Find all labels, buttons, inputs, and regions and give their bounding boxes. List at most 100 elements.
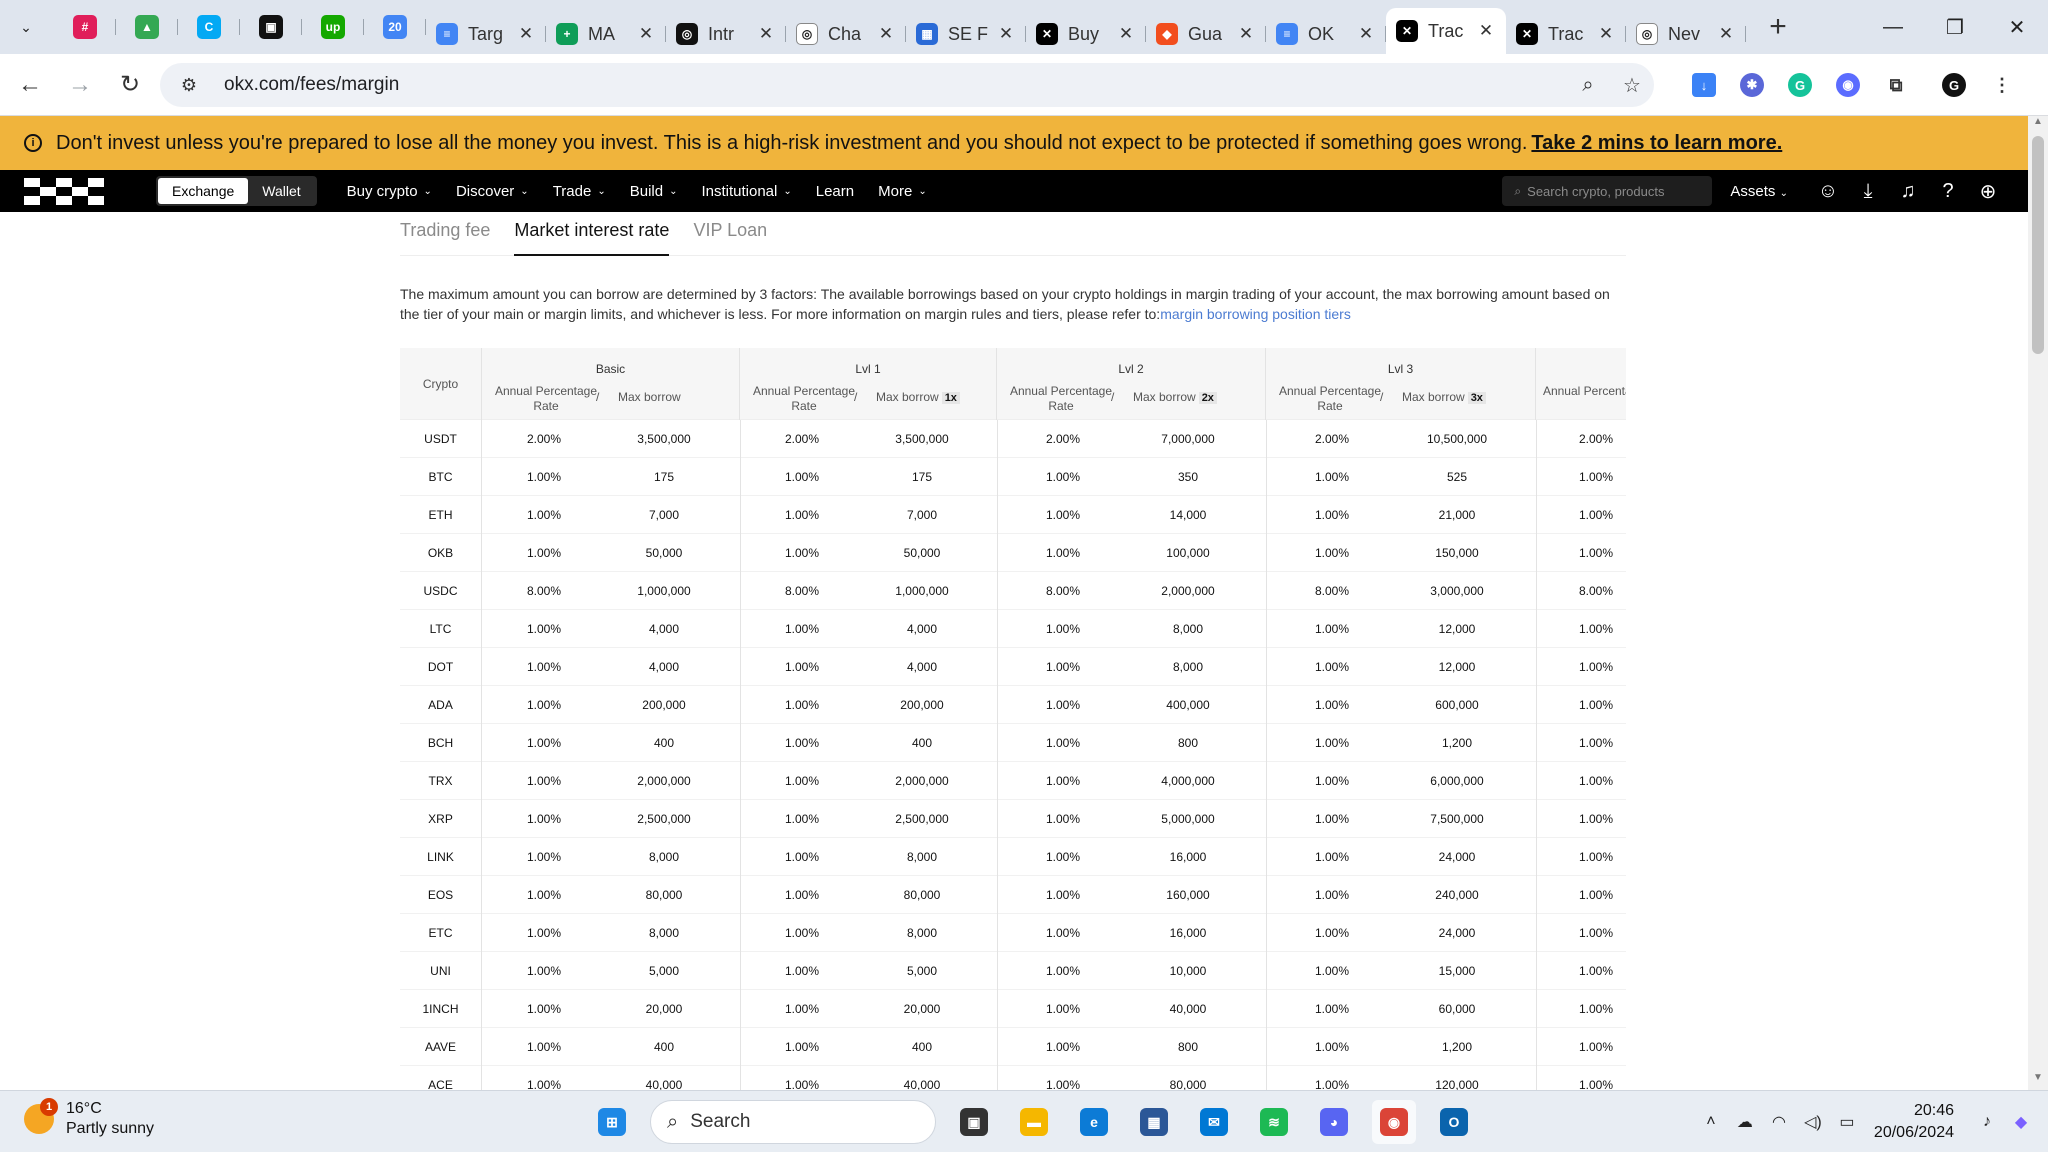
tab-close-icon[interactable]: ✕ [996, 24, 1016, 44]
taskbar-app[interactable]: ✉ [1192, 1100, 1236, 1144]
active-browser-tab[interactable]: ✕ Trac ✕ [1386, 8, 1506, 54]
minimize-button[interactable]: — [1862, 0, 1924, 54]
pinned-tab[interactable]: 20 [364, 7, 426, 47]
tab-close-icon[interactable]: ✕ [756, 24, 776, 44]
taskbar-app[interactable]: O [1432, 1100, 1476, 1144]
menu-item[interactable]: Discover ⌄ [456, 183, 529, 200]
taskbar-app[interactable]: ▣ [952, 1100, 996, 1144]
taskbar-app[interactable]: ▬ [1012, 1100, 1056, 1144]
menu-item[interactable]: Institutional ⌄ [701, 183, 791, 200]
taskbar-clock[interactable]: 20:46 20/06/2024 [1874, 1100, 1954, 1144]
browser-tab[interactable]: ◎ Cha ✕ [786, 14, 906, 54]
onedrive-icon[interactable]: ☁ [1728, 1112, 1762, 1132]
tab-close-icon[interactable]: ✕ [1116, 24, 1136, 44]
menu-item[interactable]: Buy crypto ⌄ [347, 183, 432, 200]
taskbar-app[interactable]: ▦ [1132, 1100, 1176, 1144]
margin-tiers-link[interactable]: margin borrowing position tiers [1160, 306, 1351, 322]
crypto-symbol: 1INCH [400, 990, 482, 1028]
tab-close-icon[interactable]: ✕ [1596, 24, 1616, 44]
assets-menu[interactable]: Assets ⌄ [1730, 183, 1788, 200]
taskbar-app[interactable]: ◉ [1372, 1100, 1416, 1144]
tab-search-button[interactable]: ⌄ [6, 7, 46, 47]
tray-overflow-chevron-icon[interactable]: ˄ [1694, 1113, 1728, 1131]
restore-button[interactable]: ❐ [1924, 0, 1986, 54]
extensions-puzzle-icon[interactable]: ⧉ [1872, 65, 1920, 105]
browser-tab[interactable]: ◎ Nev ✕ [1626, 14, 1746, 54]
browser-tab[interactable]: ◆ Gua ✕ [1146, 14, 1266, 54]
tab-close-icon[interactable]: ✕ [1716, 24, 1736, 44]
bookmark-star-icon[interactable]: ☆ [1610, 73, 1654, 98]
menu-item[interactable]: More ⌄ [878, 183, 927, 200]
scroll-up-arrow[interactable]: ▲ [2028, 116, 2048, 134]
reload-button[interactable]: ↻ [110, 65, 150, 105]
weather-temp: 16°C [66, 1100, 102, 1117]
menu-item[interactable]: Trade ⌄ [553, 183, 606, 200]
okx-logo[interactable] [24, 177, 104, 205]
scrollbar-thumb[interactable] [2032, 136, 2044, 354]
tab-vip-loan[interactable]: VIP Loan [693, 212, 767, 256]
page-scrollbar[interactable]: ▲ ▼ [2028, 116, 2048, 1090]
pinned-tab[interactable]: up [302, 7, 364, 47]
learn-more-link[interactable]: Take 2 mins to learn more. [1531, 132, 1782, 155]
tab-close-icon[interactable]: ✕ [516, 24, 536, 44]
volume-icon[interactable]: ◁) [1796, 1112, 1830, 1132]
help-icon[interactable]: ? [1928, 180, 1968, 203]
exchange-toggle[interactable]: Exchange [158, 178, 249, 204]
zoom-icon[interactable]: ⌕ [1566, 74, 1610, 97]
tab-close-icon[interactable]: ✕ [1236, 24, 1256, 44]
scroll-down-arrow[interactable]: ▼ [2028, 1072, 2048, 1090]
url-text[interactable]: okx.com/fees/margin [224, 74, 1566, 96]
download-app-icon[interactable]: ⤓ [1848, 180, 1888, 203]
tab-trading-fee[interactable]: Trading fee [400, 212, 490, 256]
download-extension-icon[interactable]: ↓ [1680, 65, 1728, 105]
browser-tab[interactable]: ✕ Buy ✕ [1026, 14, 1146, 54]
tab-close-icon[interactable]: ✕ [876, 24, 896, 44]
taskbar-search-box[interactable]: ⌕ Search [650, 1100, 936, 1144]
tab-close-icon[interactable]: ✕ [1356, 24, 1376, 44]
pinned-tab[interactable]: # [54, 7, 116, 47]
tab-close-icon[interactable]: ✕ [1476, 21, 1496, 41]
search-placeholder: Search crypto, products [1527, 183, 1665, 199]
copilot-icon[interactable]: ◆ [2004, 1112, 2038, 1132]
browser-tab[interactable]: ≡ Targ ✕ [426, 14, 546, 54]
close-window-button[interactable]: ✕ [1986, 0, 2048, 54]
browser-tab[interactable]: ≡ OK ✕ [1266, 14, 1386, 54]
browser-tab[interactable]: ▦ SE F ✕ [906, 14, 1026, 54]
forward-button[interactable]: → [60, 65, 100, 105]
browser-tab[interactable]: + MA ✕ [546, 14, 666, 54]
back-button[interactable]: ← [10, 65, 50, 105]
tab-market-interest-rate[interactable]: Market interest rate [514, 212, 670, 256]
snowflake-extension-icon[interactable]: ✱ [1728, 65, 1776, 105]
menu-item[interactable]: Build ⌄ [630, 183, 678, 200]
taskbar-app[interactable]: ≋ [1252, 1100, 1296, 1144]
weather-widget[interactable]: 1 16°C Partly sunny [24, 1098, 154, 1139]
new-tab-button[interactable]: + [1758, 7, 1798, 47]
profile-avatar[interactable]: G [1930, 65, 1978, 105]
crypto-symbol: OKB [400, 534, 482, 572]
pinned-tab[interactable]: ▣ [240, 7, 302, 47]
site-search-input[interactable]: ⌕ Search crypto, products [1502, 176, 1713, 206]
tab-close-icon[interactable]: ✕ [636, 24, 656, 44]
browser-menu-icon[interactable]: ⋮ [1978, 65, 2026, 105]
menu-item[interactable]: Learn [816, 183, 854, 200]
taskbar-app[interactable]: ◕ [1312, 1100, 1356, 1144]
column-divider [1266, 458, 1267, 496]
circle-extension-icon[interactable]: ◉ [1824, 65, 1872, 105]
language-globe-icon[interactable]: ⊕ [1968, 179, 2008, 204]
user-icon[interactable]: ☺ [1808, 180, 1848, 203]
taskbar-app[interactable]: ⊞ [590, 1100, 634, 1144]
apr-cell: 1.00% [1045, 888, 1081, 902]
wifi-icon[interactable]: ◠ [1762, 1112, 1796, 1132]
pinned-tab[interactable]: C [178, 7, 240, 47]
site-info-icon[interactable]: ⚙ [172, 75, 206, 96]
notification-bell-icon[interactable]: ♫ [1888, 180, 1928, 203]
taskbar-app[interactable]: e [1072, 1100, 1116, 1144]
address-bar[interactable]: ⚙ okx.com/fees/margin ⌕ ☆ [160, 63, 1654, 107]
browser-tab[interactable]: ✕ Trac ✕ [1506, 14, 1626, 54]
battery-icon[interactable]: ▭ [1830, 1112, 1864, 1132]
pinned-tab[interactable]: ▲ [116, 7, 178, 47]
browser-tab[interactable]: ◎ Intr ✕ [666, 14, 786, 54]
grammarly-icon[interactable]: G [1776, 65, 1824, 105]
notifications-bell-icon[interactable]: ♪ [1970, 1113, 2004, 1131]
wallet-toggle[interactable]: Wallet [248, 178, 314, 204]
